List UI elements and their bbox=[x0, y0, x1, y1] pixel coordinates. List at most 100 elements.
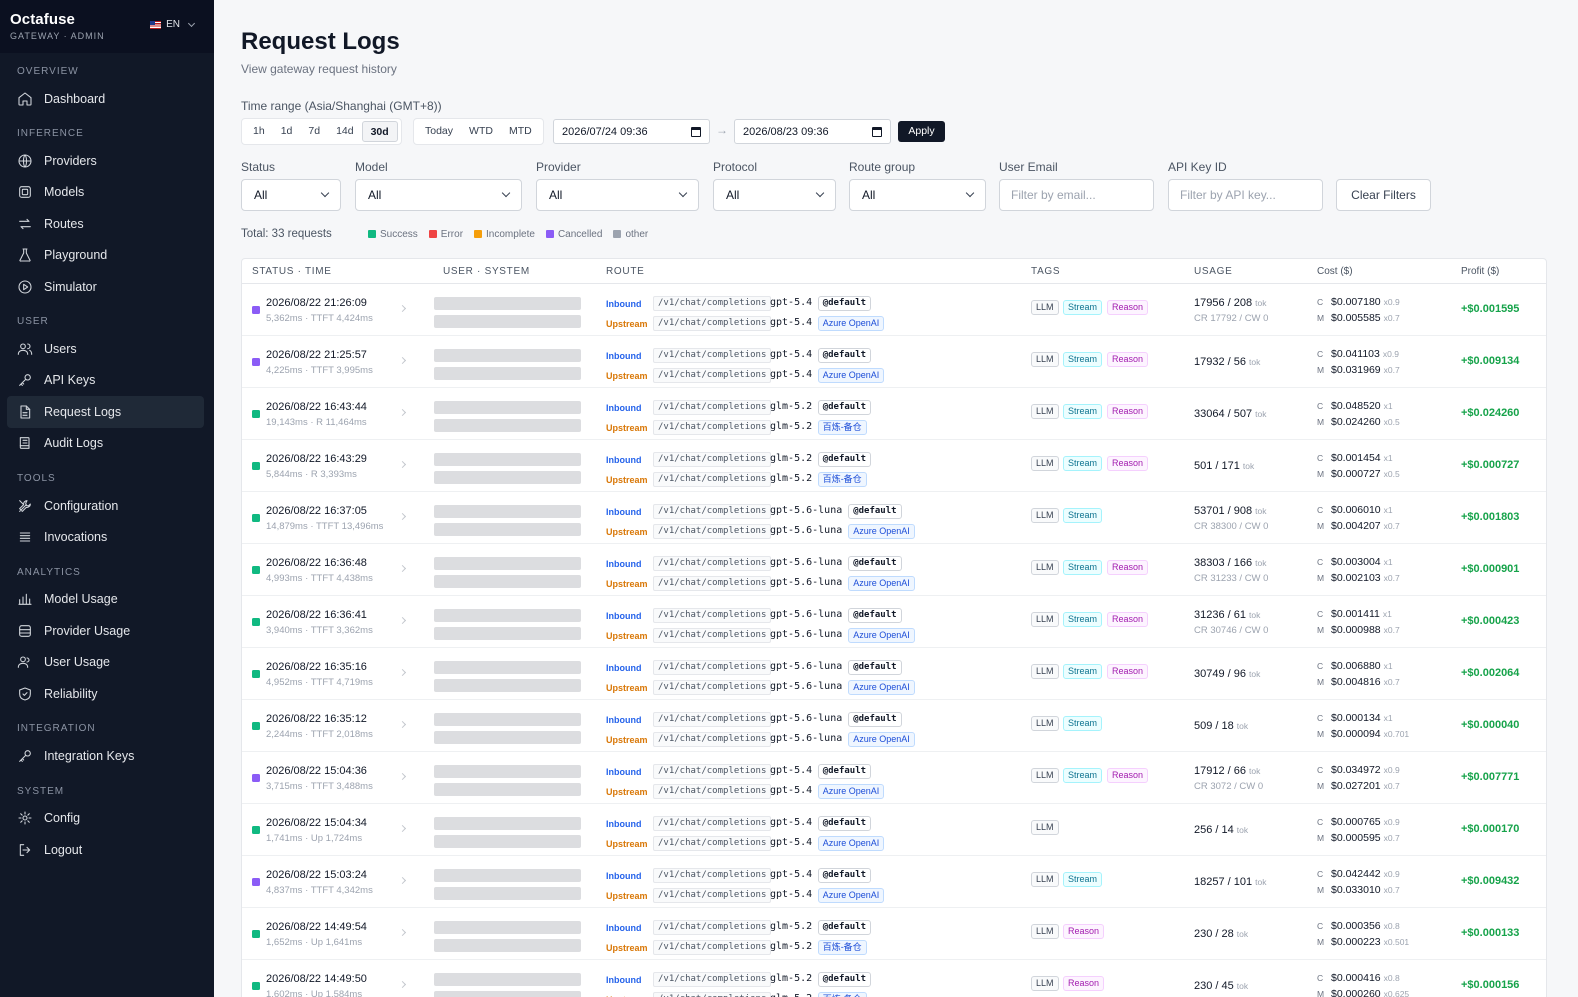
request-latency: 4,837ms · TTFT 4,342ms bbox=[266, 885, 373, 896]
sidebar-item-routes[interactable]: Routes bbox=[7, 208, 204, 239]
date-to-input[interactable]: 2026/08/23 09:36 bbox=[734, 119, 891, 144]
chevron-right-icon[interactable] bbox=[398, 408, 407, 417]
system-placeholder bbox=[434, 471, 581, 484]
sidebar-item-providers[interactable]: Providers bbox=[7, 145, 204, 176]
token-unit: tok bbox=[1249, 610, 1261, 620]
table-row[interactable]: 2026/08/22 21:26:09 5,362ms · TTFT 4,424m… bbox=[242, 284, 1546, 336]
range-14d-button[interactable]: 14d bbox=[328, 121, 362, 142]
chevron-right-icon[interactable] bbox=[398, 772, 407, 781]
table-row[interactable]: 2026/08/22 16:43:44 19,143ms · R 11,464ms… bbox=[242, 388, 1546, 440]
table-row[interactable]: 2026/08/22 16:35:12 2,244ms · TTFT 2,018m… bbox=[242, 700, 1546, 752]
clear-filters-button[interactable]: Clear Filters bbox=[1336, 179, 1431, 211]
sidebar-item-dashboard[interactable]: Dashboard bbox=[7, 83, 204, 114]
cost-key: M bbox=[1317, 833, 1325, 843]
chevron-right-icon[interactable] bbox=[398, 460, 407, 469]
table-row[interactable]: 2026/08/22 15:04:34 1,741ms · Up 1,724ms I… bbox=[242, 804, 1546, 856]
sidebar-item-label: Configuration bbox=[44, 498, 119, 513]
table-row[interactable]: 2026/08/22 16:35:16 4,952ms · TTFT 4,719m… bbox=[242, 648, 1546, 700]
cost-multiplier: x1 bbox=[1383, 713, 1393, 723]
sidebar-item-configuration[interactable]: Configuration bbox=[7, 490, 204, 521]
sidebar-item-config[interactable]: Config bbox=[7, 803, 204, 834]
chevron-right-icon[interactable] bbox=[398, 980, 407, 989]
protocol-filter-select[interactable]: All bbox=[713, 179, 836, 211]
quick-range-group: 1h 1d 7d 14d 30d bbox=[241, 118, 402, 145]
sidebar-item-audit-logs[interactable]: Audit Logs bbox=[7, 428, 204, 459]
sidebar-item-api-keys[interactable]: API Keys bbox=[7, 365, 204, 396]
sidebar-item-simulator[interactable]: Simulator bbox=[7, 271, 204, 302]
chevron-right-icon[interactable] bbox=[398, 876, 407, 885]
range-wtd-button[interactable]: WTD bbox=[461, 121, 501, 142]
table-row[interactable]: 2026/08/22 15:03:24 4,837ms · TTFT 4,342m… bbox=[242, 856, 1546, 908]
chevron-right-icon[interactable] bbox=[398, 824, 407, 833]
table-row[interactable]: 2026/08/22 14:49:54 1,652ms · Up 1,641ms I… bbox=[242, 908, 1546, 960]
range-1h-button[interactable]: 1h bbox=[245, 121, 273, 142]
profit-value: +$0.000040 bbox=[1461, 719, 1520, 731]
request-time: 2026/08/22 16:43:29 bbox=[266, 453, 367, 465]
sidebar-item-provider-usage[interactable]: Provider Usage bbox=[7, 615, 204, 646]
chevron-right-icon[interactable] bbox=[398, 512, 407, 521]
table-row[interactable]: 2026/08/22 16:36:48 4,993ms · TTFT 4,438m… bbox=[242, 544, 1546, 596]
sidebar-item-model-usage[interactable]: Model Usage bbox=[7, 584, 204, 615]
sidebar-item-logout[interactable]: Logout bbox=[7, 834, 204, 865]
status-filter-select[interactable]: All bbox=[241, 179, 341, 211]
chevron-right-icon[interactable] bbox=[398, 668, 407, 677]
sidebar-item-playground[interactable]: Playground bbox=[7, 240, 204, 271]
calendar-icon[interactable] bbox=[691, 126, 701, 137]
sidebar-item-reliability[interactable]: Reliability bbox=[7, 678, 204, 709]
table-row[interactable]: 2026/08/22 21:25:57 4,225ms · TTFT 3,995m… bbox=[242, 336, 1546, 388]
col-tags[interactable]: TAGS bbox=[1031, 266, 1060, 277]
upstream-model: glm-5.2 bbox=[770, 993, 812, 997]
range-30d-button[interactable]: 30d bbox=[361, 121, 398, 142]
legend-label: other bbox=[625, 229, 649, 240]
range-7d-button[interactable]: 7d bbox=[300, 121, 328, 142]
range-1d-button[interactable]: 1d bbox=[273, 121, 301, 142]
inbound-model: glm-5.2 bbox=[770, 921, 813, 932]
date-from-input[interactable]: 2026/07/24 09:36 bbox=[553, 119, 710, 144]
status-indicator bbox=[252, 358, 260, 366]
chevron-right-icon[interactable] bbox=[398, 564, 407, 573]
legend-label: Error bbox=[440, 229, 464, 240]
col-profit[interactable]: Profit ($) bbox=[1461, 266, 1499, 277]
calendar-icon[interactable] bbox=[872, 126, 882, 137]
user-email-filter-input[interactable]: Filter by email... bbox=[999, 179, 1154, 211]
apply-button[interactable]: Apply bbox=[898, 121, 945, 142]
sidebar-item-user-usage[interactable]: User Usage bbox=[7, 646, 204, 677]
table-row[interactable]: 2026/08/22 16:43:29 5,844ms · R 3,393ms In… bbox=[242, 440, 1546, 492]
api-key-filter-input[interactable]: Filter by API key... bbox=[1168, 179, 1323, 211]
language-selector[interactable]: EN bbox=[150, 19, 196, 30]
sidebar-item-label: Providers bbox=[44, 154, 97, 169]
range-mtd-button[interactable]: MTD bbox=[501, 121, 540, 142]
tag-stream: Stream bbox=[1063, 508, 1103, 523]
request-time: 2026/08/22 15:04:34 bbox=[266, 817, 367, 829]
route-group-filter-select[interactable]: All bbox=[849, 179, 986, 211]
user-placeholder bbox=[434, 297, 581, 310]
inbound-path: /v1/chat/completions bbox=[653, 452, 772, 467]
col-user-system[interactable]: USER · SYSTEM bbox=[443, 266, 530, 277]
chevron-right-icon[interactable] bbox=[398, 616, 407, 625]
chevron-right-icon[interactable] bbox=[398, 720, 407, 729]
inbound-label: Inbound bbox=[606, 455, 642, 465]
table-row[interactable]: 2026/08/22 16:37:05 14,879ms · TTFT 13,49… bbox=[242, 492, 1546, 544]
col-usage[interactable]: USAGE bbox=[1194, 266, 1233, 277]
status-legend: Success Error Incomplete Cancelled other bbox=[368, 229, 648, 240]
sidebar-item-integration-keys[interactable]: Integration Keys bbox=[7, 740, 204, 771]
col-route[interactable]: ROUTE bbox=[606, 266, 645, 277]
col-status-time[interactable]: STATUS · TIME bbox=[252, 266, 332, 277]
table-row[interactable]: 2026/08/22 14:49:50 1,602ms · Up 1,584ms I… bbox=[242, 960, 1546, 997]
chevron-right-icon[interactable] bbox=[398, 304, 407, 313]
sidebar-item-models[interactable]: Models bbox=[7, 177, 204, 208]
model-filter-select[interactable]: All bbox=[355, 179, 522, 211]
provider-filter-select[interactable]: All bbox=[536, 179, 699, 211]
cost-value: $0.005585 bbox=[1331, 312, 1381, 324]
col-cost[interactable]: Cost ($) bbox=[1317, 266, 1353, 277]
sidebar-item-users[interactable]: Users bbox=[7, 333, 204, 364]
date-to-value: 2026/08/23 09:36 bbox=[743, 125, 829, 138]
table-row[interactable]: 2026/08/22 16:36:41 3,940ms · TTFT 3,362m… bbox=[242, 596, 1546, 648]
sidebar-item-invocations[interactable]: Invocations bbox=[7, 521, 204, 552]
chevron-right-icon[interactable] bbox=[398, 356, 407, 365]
range-today-button[interactable]: Today bbox=[417, 121, 461, 142]
table-row[interactable]: 2026/08/22 15:04:36 3,715ms · TTFT 3,488m… bbox=[242, 752, 1546, 804]
sidebar-item-request-logs[interactable]: Request Logs bbox=[7, 396, 204, 428]
chevron-right-icon[interactable] bbox=[398, 928, 407, 937]
cost-value: $0.000260 bbox=[1331, 988, 1381, 997]
